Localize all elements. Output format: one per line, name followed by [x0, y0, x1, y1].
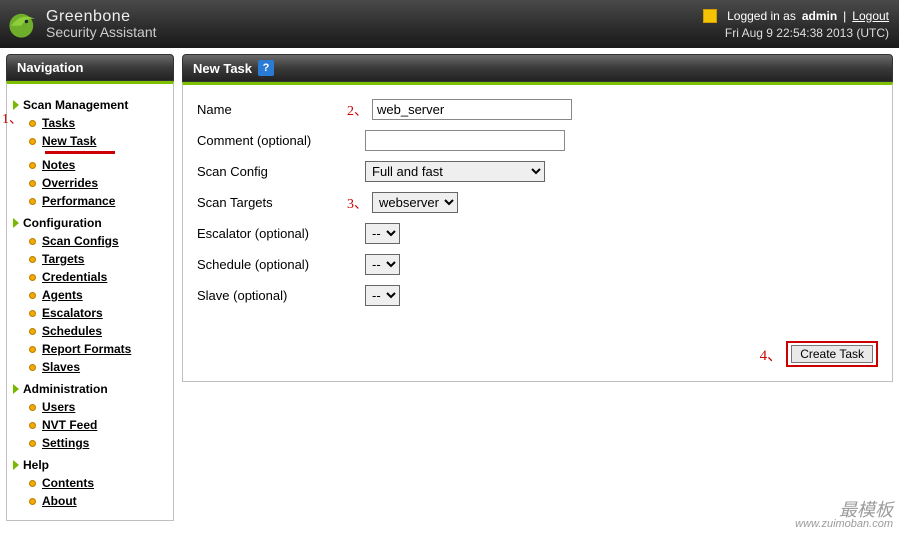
arrow-icon — [13, 218, 19, 228]
bullet-icon — [29, 440, 36, 447]
scan-config-select[interactable]: Full and fast — [365, 161, 545, 182]
bullet-icon — [29, 180, 36, 187]
bullet-icon — [29, 480, 36, 487]
bullet-icon — [29, 162, 36, 169]
main-header: New Task ? — [182, 54, 893, 82]
nav-section-configuration: Configuration — [13, 216, 163, 230]
app-header: Greenbone Security Assistant Logged in a… — [0, 0, 899, 48]
bullet-icon — [29, 238, 36, 245]
status-diamond-icon — [703, 9, 717, 23]
logged-in-user: admin — [802, 9, 837, 23]
nav-item-performance[interactable]: Performance — [13, 192, 163, 210]
nav-item-tasks[interactable]: Tasks — [13, 114, 163, 132]
panel-title: New Task — [193, 61, 252, 76]
schedule-select[interactable]: -- — [365, 254, 400, 275]
nav-item-contents[interactable]: Contents — [13, 474, 163, 492]
annotation-1: 1、 — [2, 108, 23, 128]
scan-config-label: Scan Config — [197, 164, 347, 179]
schedule-label: Schedule (optional) — [197, 257, 347, 272]
escalator-label: Escalator (optional) — [197, 226, 347, 241]
bullet-icon — [29, 310, 36, 317]
arrow-icon — [13, 384, 19, 394]
nav-item-schedules[interactable]: Schedules — [13, 322, 163, 340]
create-task-button[interactable]: Create Task — [791, 345, 873, 363]
slave-select[interactable]: -- — [365, 285, 400, 306]
nav-item-slaves[interactable]: Slaves — [13, 358, 163, 376]
bullet-icon — [29, 328, 36, 335]
bullet-icon — [29, 138, 36, 145]
nav-item-credentials[interactable]: Credentials — [13, 268, 163, 286]
create-task-highlight: Create Task — [786, 341, 878, 367]
nav-section-administration: Administration — [13, 382, 163, 396]
bullet-icon — [29, 292, 36, 299]
sidebar: Navigation 1、 Scan Management Tasks New … — [6, 54, 174, 521]
header-right: Logged in as admin | Logout Fri Aug 9 22… — [703, 9, 889, 40]
nav-header: Navigation — [6, 54, 174, 81]
scan-targets-label: Scan Targets — [197, 195, 347, 210]
nav-section-scan-management: Scan Management — [13, 98, 163, 112]
comment-label: Comment (optional) — [197, 133, 347, 148]
scan-targets-select[interactable]: webserver — [372, 192, 458, 213]
bullet-icon — [29, 364, 36, 371]
logout-link[interactable]: Logout — [852, 9, 889, 23]
bullet-icon — [29, 198, 36, 205]
nav-item-settings[interactable]: Settings — [13, 434, 163, 452]
nav-section-help: Help — [13, 458, 163, 472]
header-timestamp: Fri Aug 9 22:54:38 2013 (UTC) — [703, 26, 889, 40]
logged-in-label: Logged in as — [727, 9, 796, 23]
annotation-4: 4、 — [760, 344, 783, 365]
arrow-icon — [13, 460, 19, 470]
main-panel: New Task ? Name 2、 Comment (optional) Sc… — [182, 54, 893, 382]
nav-item-notes[interactable]: Notes — [13, 156, 163, 174]
nav-item-users[interactable]: Users — [13, 398, 163, 416]
bullet-icon — [29, 120, 36, 127]
nav-item-nvt-feed[interactable]: NVT Feed — [13, 416, 163, 434]
brand-subtitle: Security Assistant — [46, 25, 157, 40]
nav-item-scan-configs[interactable]: Scan Configs — [13, 232, 163, 250]
comment-input[interactable] — [365, 130, 565, 151]
bullet-icon — [29, 498, 36, 505]
slave-label: Slave (optional) — [197, 288, 347, 303]
annotation-3: 3、 — [347, 193, 368, 213]
name-label: Name — [197, 102, 347, 117]
nav-item-report-formats[interactable]: Report Formats — [13, 340, 163, 358]
bullet-icon — [29, 404, 36, 411]
nav-body: 1、 Scan Management Tasks New Task Notes … — [6, 81, 174, 521]
nav-item-new-task[interactable]: New Task — [13, 132, 163, 150]
bullet-icon — [29, 256, 36, 263]
annotation-2: 2、 — [347, 100, 368, 120]
bullet-icon — [29, 346, 36, 353]
nav-item-overrides[interactable]: Overrides — [13, 174, 163, 192]
bullet-icon — [29, 274, 36, 281]
name-input[interactable] — [372, 99, 572, 120]
help-icon[interactable]: ? — [258, 60, 274, 76]
greenbone-logo-icon — [6, 7, 40, 41]
nav-item-targets[interactable]: Targets — [13, 250, 163, 268]
brand: Greenbone Security Assistant — [6, 7, 157, 41]
brand-title: Greenbone — [46, 8, 157, 26]
form-body: Name 2、 Comment (optional) Scan Config F… — [182, 82, 893, 382]
escalator-select[interactable]: -- — [365, 223, 400, 244]
bullet-icon — [29, 422, 36, 429]
nav-item-agents[interactable]: Agents — [13, 286, 163, 304]
nav-item-escalators[interactable]: Escalators — [13, 304, 163, 322]
nav-item-about[interactable]: About — [13, 492, 163, 510]
annotation-underline — [45, 151, 115, 154]
